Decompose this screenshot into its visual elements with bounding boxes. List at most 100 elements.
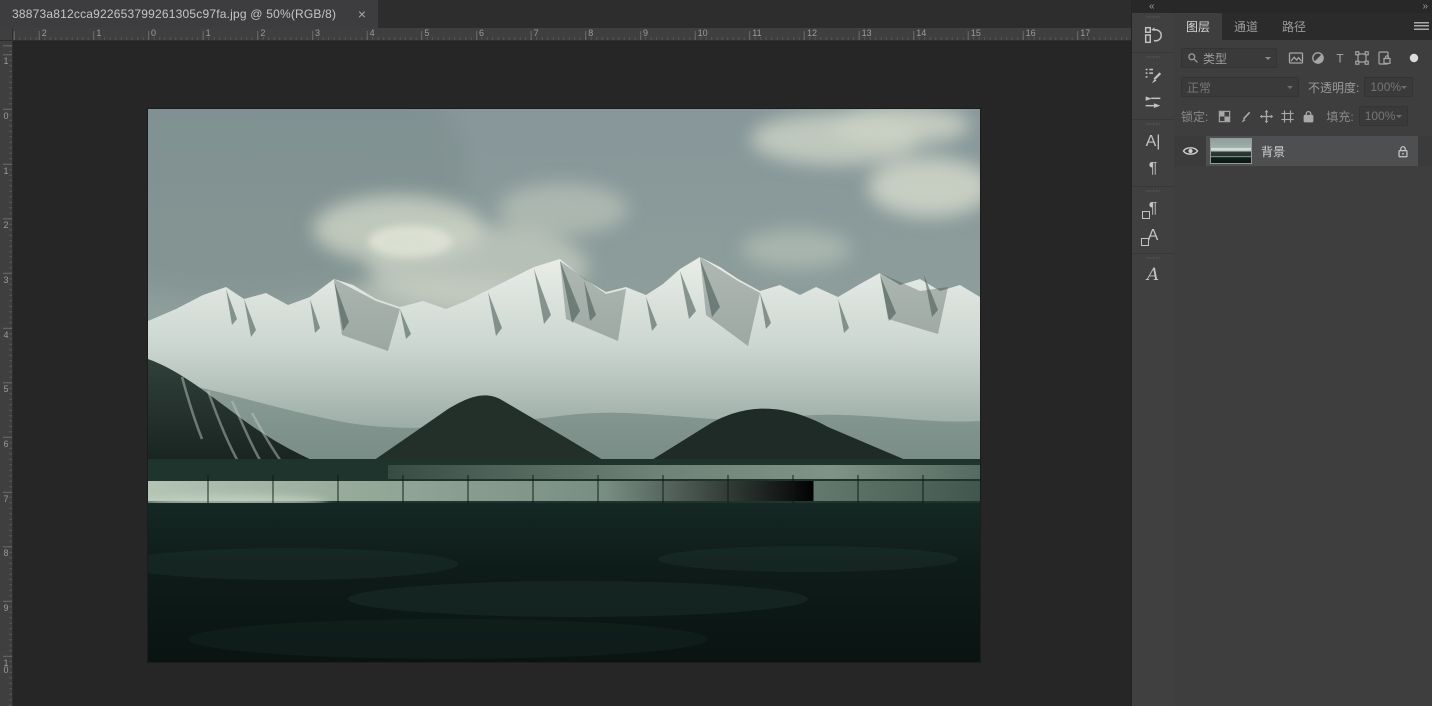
ruler-number: 1 (96, 29, 101, 38)
fill-input[interactable]: 100% (1359, 106, 1408, 126)
svg-text:T: T (1336, 52, 1344, 66)
ruler-vertical[interactable]: 1012345678910 (0, 41, 13, 706)
character-panel-button[interactable]: A| (1132, 128, 1174, 155)
filter-shape-layers-button[interactable] (1351, 48, 1373, 68)
ruler-number: 0 (1, 111, 10, 118)
lock-transparency-button[interactable] (1214, 106, 1235, 126)
filter-toggle-dot-icon (1408, 52, 1420, 64)
layers-panel: 图层 通道 路径 类型 (1174, 13, 1432, 706)
ruler-number: 9 (1, 603, 10, 610)
dock-group-grip[interactable] (1146, 257, 1161, 259)
dock-group-grip[interactable] (1146, 190, 1161, 192)
dock-group-history (1132, 13, 1174, 52)
layer-visibility-toggle[interactable] (1174, 136, 1206, 166)
ruler-number: 9 (643, 29, 648, 38)
tab-paths[interactable]: 路径 (1270, 13, 1318, 40)
blend-mode-select[interactable]: 正常 (1181, 77, 1299, 97)
ruler-number: 6 (1, 439, 10, 446)
panel-dock-topbar: « » (1131, 0, 1432, 13)
layer-locked-badge (1396, 144, 1410, 159)
type-T-icon: T (1332, 50, 1348, 66)
blend-mode-value: 正常 (1187, 79, 1211, 96)
opacity-label: 不透明度: (1308, 79, 1359, 96)
history-panel-button[interactable] (1132, 21, 1174, 48)
ruler-number: 6 (479, 29, 484, 38)
ruler-number: 15 (971, 29, 981, 38)
lock-all-button[interactable] (1298, 106, 1319, 126)
collapsed-panel-dock: A| ¶ ¶ A A (1131, 13, 1174, 706)
layer-thumbnail[interactable] (1211, 139, 1251, 163)
layer-row-background[interactable]: 背景 (1174, 136, 1432, 166)
opacity-value: 100% (1370, 80, 1401, 94)
glyphs-panel-button[interactable]: A (1132, 262, 1174, 289)
character-styles-panel-button[interactable]: A (1132, 222, 1174, 249)
paragraph-panel-icon: ¶ (1149, 161, 1158, 177)
ruler-number: 5 (424, 29, 429, 38)
document-tab[interactable]: 38873a812cca922653799261305c97fa.jpg @ 5… (0, 0, 378, 28)
smart-object-lock-icon (1376, 50, 1392, 66)
lock-fill-row: 锁定: (1181, 105, 1425, 127)
ruler-number: 5 (1, 384, 10, 391)
ruler-horizontal[interactable]: 2101234567891011121314151617 (13, 28, 1131, 41)
style-square (1142, 211, 1150, 219)
dock-group-grip[interactable] (1146, 16, 1161, 18)
dock-group-glyphs: A (1132, 253, 1174, 293)
search-icon (1187, 52, 1199, 64)
filter-pixel-layers-button[interactable] (1285, 48, 1307, 68)
fill-value: 100% (1365, 109, 1396, 123)
brushes-icon (1142, 91, 1164, 113)
brush-settings-icon (1142, 64, 1164, 86)
ruler-number: 1 (1, 166, 10, 173)
chevron-down-icon (1401, 86, 1407, 92)
layer-filter-row: 类型 T (1181, 47, 1425, 69)
ruler-number: 11 (752, 29, 761, 38)
artboard-frame-icon (1280, 109, 1295, 124)
lock-pixels-button[interactable] (1235, 106, 1256, 126)
tab-channels[interactable]: 通道 (1222, 13, 1270, 40)
ruler-number: 0 (151, 29, 156, 38)
adjustment-circle-icon (1310, 50, 1326, 66)
ruler-number: 4 (1, 330, 10, 337)
filter-adjustment-layers-button[interactable] (1307, 48, 1329, 68)
collapse-panels-left-icon[interactable]: « (1149, 0, 1155, 13)
ruler-number: 8 (1, 548, 10, 555)
ruler-number: 16 (1026, 29, 1036, 38)
tab-layers[interactable]: 图层 (1174, 13, 1222, 40)
filter-smart-objects-button[interactable] (1373, 48, 1395, 68)
lock-label: 锁定: (1181, 108, 1208, 125)
ruler-number: 2 (42, 29, 47, 38)
lock-artboard-button[interactable] (1277, 106, 1298, 126)
history-icon (1142, 24, 1164, 46)
ruler-number: 4 (370, 29, 375, 38)
ruler-number: 3 (315, 29, 320, 38)
chevron-down-icon (1265, 57, 1271, 63)
close-icon[interactable]: × (354, 6, 370, 22)
layer-filter-type-select[interactable]: 类型 (1181, 48, 1277, 68)
brush-settings-panel-button[interactable] (1132, 61, 1174, 88)
image-icon (1288, 50, 1304, 66)
dock-group-grip[interactable] (1146, 56, 1161, 58)
canvas-photo[interactable] (148, 109, 980, 662)
filter-type-layers-button[interactable]: T (1329, 48, 1351, 68)
collapse-panels-right-icon[interactable]: » (1422, 0, 1428, 13)
dock-group-grip[interactable] (1146, 123, 1161, 125)
opacity-input[interactable]: 100% (1364, 77, 1413, 97)
layer-row-selection[interactable]: 背景 (1206, 136, 1418, 166)
layer-list: 背景 (1174, 136, 1432, 166)
paragraph-styles-panel-button[interactable]: ¶ (1132, 195, 1174, 222)
layer-name: 背景 (1261, 143, 1396, 160)
lock-position-button[interactable] (1256, 106, 1277, 126)
ruler-number: 13 (862, 29, 872, 38)
panel-menu-icon[interactable] (1414, 22, 1429, 31)
ruler-number: 2 (260, 29, 265, 38)
ruler-number: 1 (206, 29, 211, 38)
dock-group-styles: ¶ A (1132, 186, 1174, 253)
lock-icon (1396, 144, 1410, 159)
filter-toggle-button[interactable] (1403, 48, 1425, 68)
ruler-corner (0, 28, 13, 41)
eye-icon (1182, 145, 1199, 157)
brushes-panel-button[interactable] (1132, 88, 1174, 115)
paragraph-panel-button[interactable]: ¶ (1132, 155, 1174, 182)
canvas-pasteboard[interactable] (13, 41, 1131, 706)
document-area: 38873a812cca922653799261305c97fa.jpg @ 5… (0, 0, 1131, 706)
